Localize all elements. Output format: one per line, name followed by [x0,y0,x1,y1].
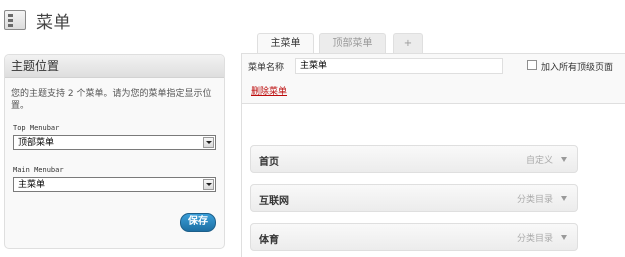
theme-locations-description: 您的主题支持 2 个菜单。请为您的菜单指定显示位置。 [11,89,212,111]
menu-item-title: 互联网 [259,196,289,207]
menu-item-type: 分类目录 [516,234,553,244]
theme-locations-title: 主题位置 [5,55,224,78]
top-menubar-label: Top Menubar [13,124,60,132]
dropdown-arrow-icon[interactable] [203,179,214,190]
menu-item-type: 分类目录 [516,195,553,205]
auto-add-pages-checkbox[interactable] [527,60,537,70]
top-menubar-select[interactable]: 顶部菜单 [13,135,216,150]
menu-item-title: 首页 [259,157,279,168]
tab-main-menu[interactable]: 主菜单 [257,33,314,54]
menu-item[interactable]: 互联网 分类目录 [250,184,578,212]
menu-item[interactable]: 首页 自定义 [250,145,578,173]
page-header: 菜单 [4,8,71,33]
menu-item[interactable]: 体育 分类目录 [250,223,578,251]
auto-add-pages-label: 加入所有顶级页面 [541,63,614,73]
delete-menu-link[interactable]: 删除菜单 [251,84,287,97]
top-menubar-selected: 顶部菜单 [18,138,55,148]
menu-screen-icon [4,10,26,30]
add-menu-tab[interactable]: + [393,33,423,53]
main-menubar-selected: 主菜单 [18,180,46,190]
main-menubar-label: Main Menubar [13,166,64,174]
dropdown-arrow-icon[interactable] [203,137,214,148]
menu-edit-header: 菜单名称 主菜单 加入所有顶级页面 删除菜单 [242,54,625,104]
menu-item-title: 体育 [259,235,279,246]
tab-top-menu[interactable]: 顶部菜单 [319,33,386,53]
menu-name-input[interactable]: 主菜单 [295,58,503,74]
expand-arrow-icon[interactable] [561,235,567,240]
menu-item-type: 自定义 [525,156,553,166]
expand-arrow-icon[interactable] [561,157,567,162]
menu-name-label: 菜单名称 [248,63,285,73]
save-button[interactable]: 保存 [180,213,216,232]
menu-editor: 菜单名称 主菜单 加入所有顶级页面 删除菜单 首页 自定义 互联网 分类目录 体… [241,53,625,257]
main-menubar-select[interactable]: 主菜单 [13,177,216,192]
page-title: 菜单 [36,12,71,33]
theme-locations-panel: 主题位置 您的主题支持 2 个菜单。请为您的菜单指定显示位置。 Top Menu… [4,54,225,249]
expand-arrow-icon[interactable] [561,196,567,201]
